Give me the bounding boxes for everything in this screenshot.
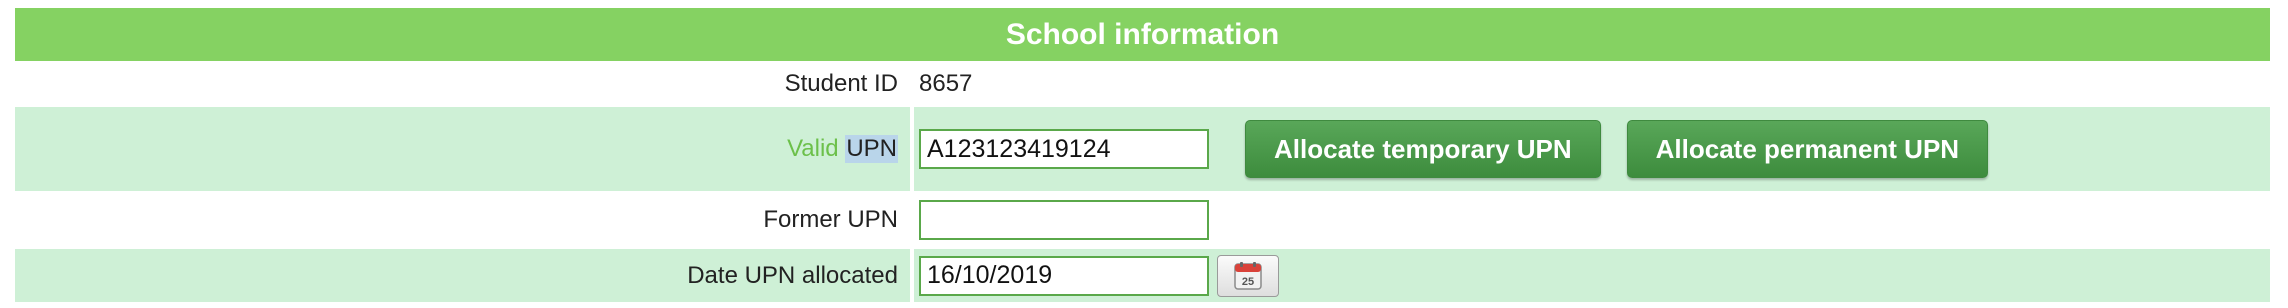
upn-label: Valid UPN [15,107,910,191]
date-upn-value-cell: 25 [914,249,2270,302]
date-upn-input[interactable] [919,255,1209,296]
upn-value-cell: Allocate temporary UPN Allocate permanen… [914,107,2270,191]
upn-label-text: UPN [845,135,898,163]
student-id-row: Student ID 8657 [15,61,2270,107]
former-upn-row: Former UPN [15,191,2270,249]
section-title: School information [1005,17,1280,51]
section-header: School information [15,8,2270,61]
allocate-temporary-upn-button[interactable]: Allocate temporary UPN [1245,120,1601,178]
allocate-permanent-upn-button[interactable]: Allocate permanent UPN [1626,120,1989,178]
calendar-picker-button[interactable]: 25 [1217,254,1279,297]
upn-row: Valid UPN Allocate temporary UPN Allocat… [15,107,2270,191]
student-id-label: Student ID [784,70,898,97]
former-upn-label: Former UPN [763,206,898,233]
former-upn-input[interactable] [919,200,1209,240]
school-information-panel: School information Student ID 8657 Valid… [15,8,2270,302]
student-id-value: 8657 [919,70,973,97]
upn-valid-indicator: Valid [787,135,839,162]
date-upn-label: Date UPN allocated [687,261,898,289]
calendar-day-text: 25 [1242,276,1254,288]
upn-input[interactable] [919,129,1209,169]
date-upn-row: Date UPN allocated 25 [15,249,2270,302]
calendar-icon: 25 [1234,261,1262,290]
former-upn-value-cell [914,191,2270,249]
